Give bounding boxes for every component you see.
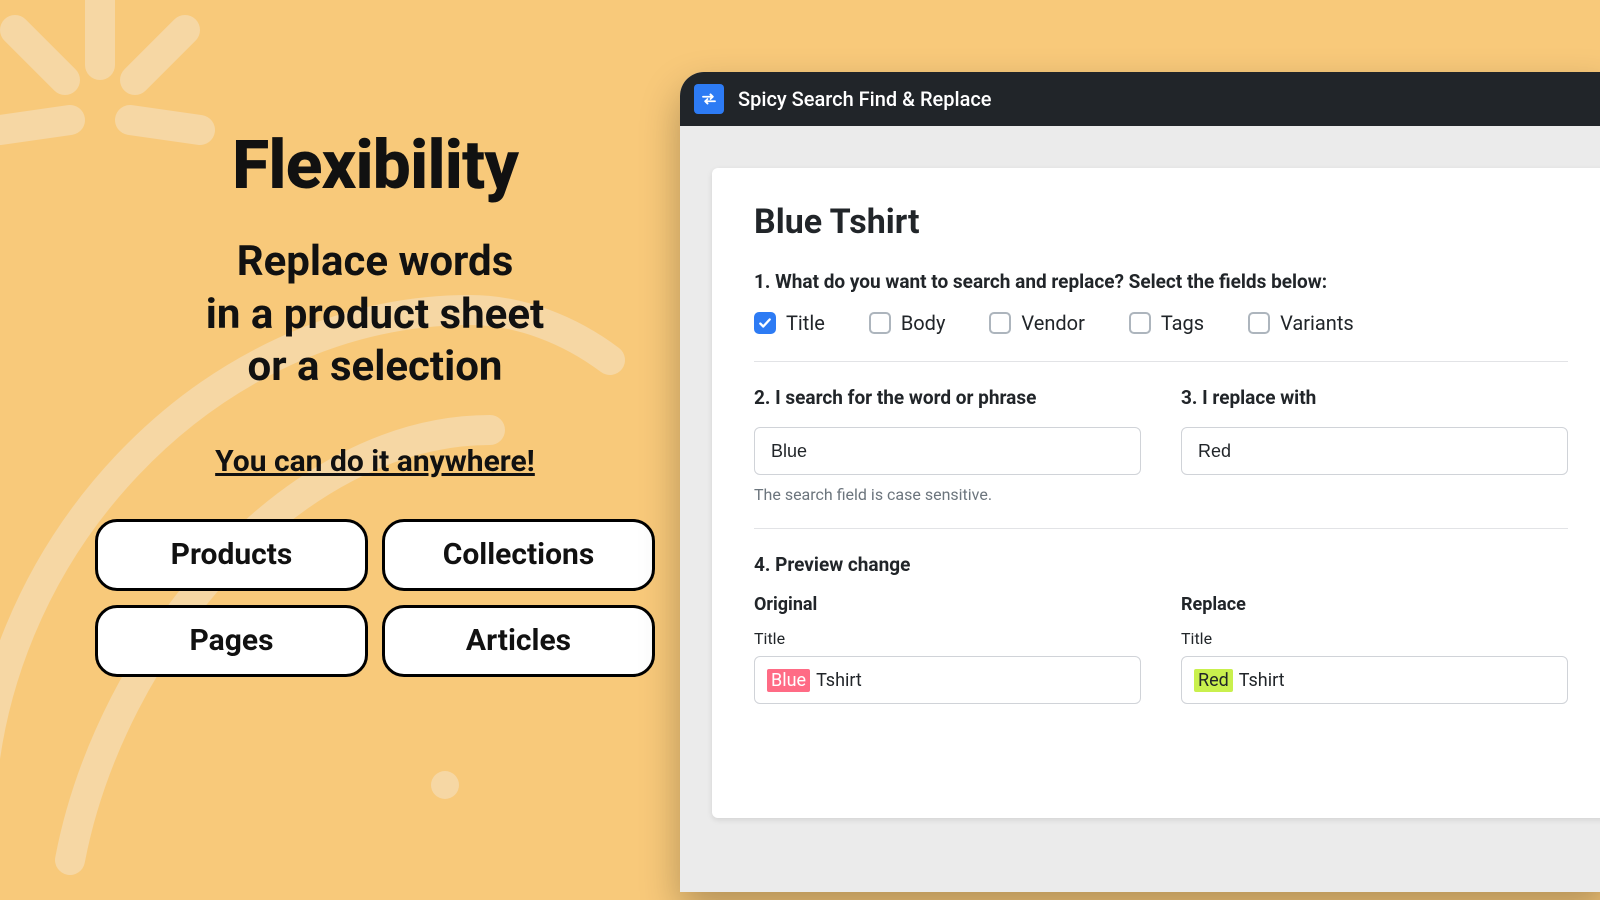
swap-icon bbox=[694, 84, 724, 114]
bg-shape-dot bbox=[420, 760, 470, 810]
marketing-copy: Flexibility Replace words in a product s… bbox=[75, 130, 675, 677]
highlight-original: Blue bbox=[767, 669, 810, 692]
checkbox-box bbox=[869, 312, 891, 334]
checkbox-box bbox=[1248, 312, 1270, 334]
step2-label: 2. I search for the word or phrase bbox=[754, 386, 1141, 409]
product-card: Blue Tshirt 1. What do you want to searc… bbox=[712, 168, 1600, 818]
checkbox-box bbox=[754, 312, 776, 334]
pill-articles: Articles bbox=[382, 605, 655, 677]
checkbox-variants[interactable]: Variants bbox=[1248, 311, 1354, 335]
app-titlebar: Spicy Search Find & Replace bbox=[680, 72, 1600, 126]
replace-input[interactable] bbox=[1181, 427, 1568, 475]
checkbox-tags[interactable]: Tags bbox=[1129, 311, 1204, 335]
step1-label: 1. What do you want to search and replac… bbox=[754, 270, 1568, 293]
field-label-title: Title bbox=[1181, 629, 1568, 648]
replace-label: Replace bbox=[1181, 594, 1568, 615]
original-label: Original bbox=[754, 594, 1141, 615]
preview-replace: Red Tshirt bbox=[1181, 656, 1568, 704]
field-label-title: Title bbox=[754, 629, 1141, 648]
checkbox-title[interactable]: Title bbox=[754, 311, 825, 335]
preview-replace-rest: Tshirt bbox=[1239, 670, 1285, 691]
checkbox-box bbox=[989, 312, 1011, 334]
checkbox-vendor[interactable]: Vendor bbox=[989, 311, 1084, 335]
tagline: You can do it anywhere! bbox=[215, 444, 535, 479]
search-input[interactable] bbox=[754, 427, 1141, 475]
checkbox-box bbox=[1129, 312, 1151, 334]
pill-collections: Collections bbox=[382, 519, 655, 591]
divider bbox=[754, 528, 1568, 529]
subtitle: Replace words in a product sheet or a se… bbox=[75, 236, 675, 394]
app-title: Spicy Search Find & Replace bbox=[738, 87, 992, 111]
product-title: Blue Tshirt bbox=[754, 202, 1568, 242]
pill-products: Products bbox=[95, 519, 368, 591]
search-hint: The search field is case sensitive. bbox=[754, 485, 1141, 504]
heading: Flexibility bbox=[75, 130, 675, 201]
preview-original: Blue Tshirt bbox=[754, 656, 1141, 704]
divider bbox=[754, 361, 1568, 362]
app-window: Spicy Search Find & Replace Blue Tshirt … bbox=[680, 72, 1600, 892]
step3-label: 3. I replace with bbox=[1181, 386, 1568, 409]
pill-grid: Products Collections Pages Articles bbox=[95, 519, 655, 677]
step4-label: 4. Preview change bbox=[754, 553, 1568, 576]
fields-checkrow: Title Body Vendor bbox=[754, 311, 1568, 335]
pill-pages: Pages bbox=[95, 605, 368, 677]
checkbox-body[interactable]: Body bbox=[869, 311, 946, 335]
preview-original-rest: Tshirt bbox=[816, 670, 862, 691]
highlight-replace: Red bbox=[1194, 669, 1233, 692]
